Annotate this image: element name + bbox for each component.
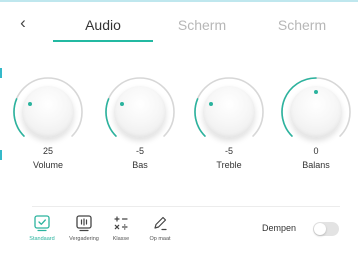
mute-toggle[interactable]: [313, 222, 339, 236]
balans-value: 0: [313, 146, 319, 156]
mode-label: Op maat: [149, 236, 171, 242]
knob-dial: [22, 86, 74, 138]
volume-label: Volume: [32, 160, 64, 170]
knob-indicator: [27, 102, 32, 107]
toggle-thumb: [314, 223, 326, 235]
knob-indicator: [208, 102, 213, 107]
active-tab-indicator: [53, 40, 153, 42]
mute-label: Dempen: [262, 223, 297, 233]
tab-audio[interactable]: Audio: [63, 14, 143, 36]
back-button[interactable]: ‹: [17, 14, 29, 32]
knob-dial: [203, 86, 255, 138]
tab-scherm-2[interactable]: Scherm: [262, 14, 342, 36]
pen-icon: [154, 216, 167, 231]
bas-value: -5: [135, 146, 144, 156]
knob-indicator: [314, 90, 318, 94]
top-border: [0, 0, 358, 2]
check-screen-icon: [34, 215, 50, 232]
chevron-left-icon: ‹: [20, 13, 26, 32]
volume-knob[interactable]: [12, 76, 84, 148]
bas-label: Bas: [132, 160, 148, 170]
knob-dial: [114, 86, 166, 138]
math-operators-icon: [114, 216, 128, 230]
knob-indicator: [119, 102, 124, 107]
treble-knob[interactable]: [193, 76, 265, 148]
edge-marker: [0, 150, 2, 160]
meeting-icon: [76, 215, 92, 232]
divider: [32, 206, 340, 207]
bas-knob[interactable]: [104, 76, 176, 148]
tab-scherm[interactable]: Scherm: [162, 14, 242, 36]
balans-label: Balans: [302, 160, 330, 170]
volume-value: 25: [42, 146, 53, 156]
edge-marker: [0, 68, 2, 78]
treble-label: Treble: [216, 160, 242, 170]
treble-value: -5: [224, 146, 233, 156]
balans-knob[interactable]: [280, 76, 352, 148]
